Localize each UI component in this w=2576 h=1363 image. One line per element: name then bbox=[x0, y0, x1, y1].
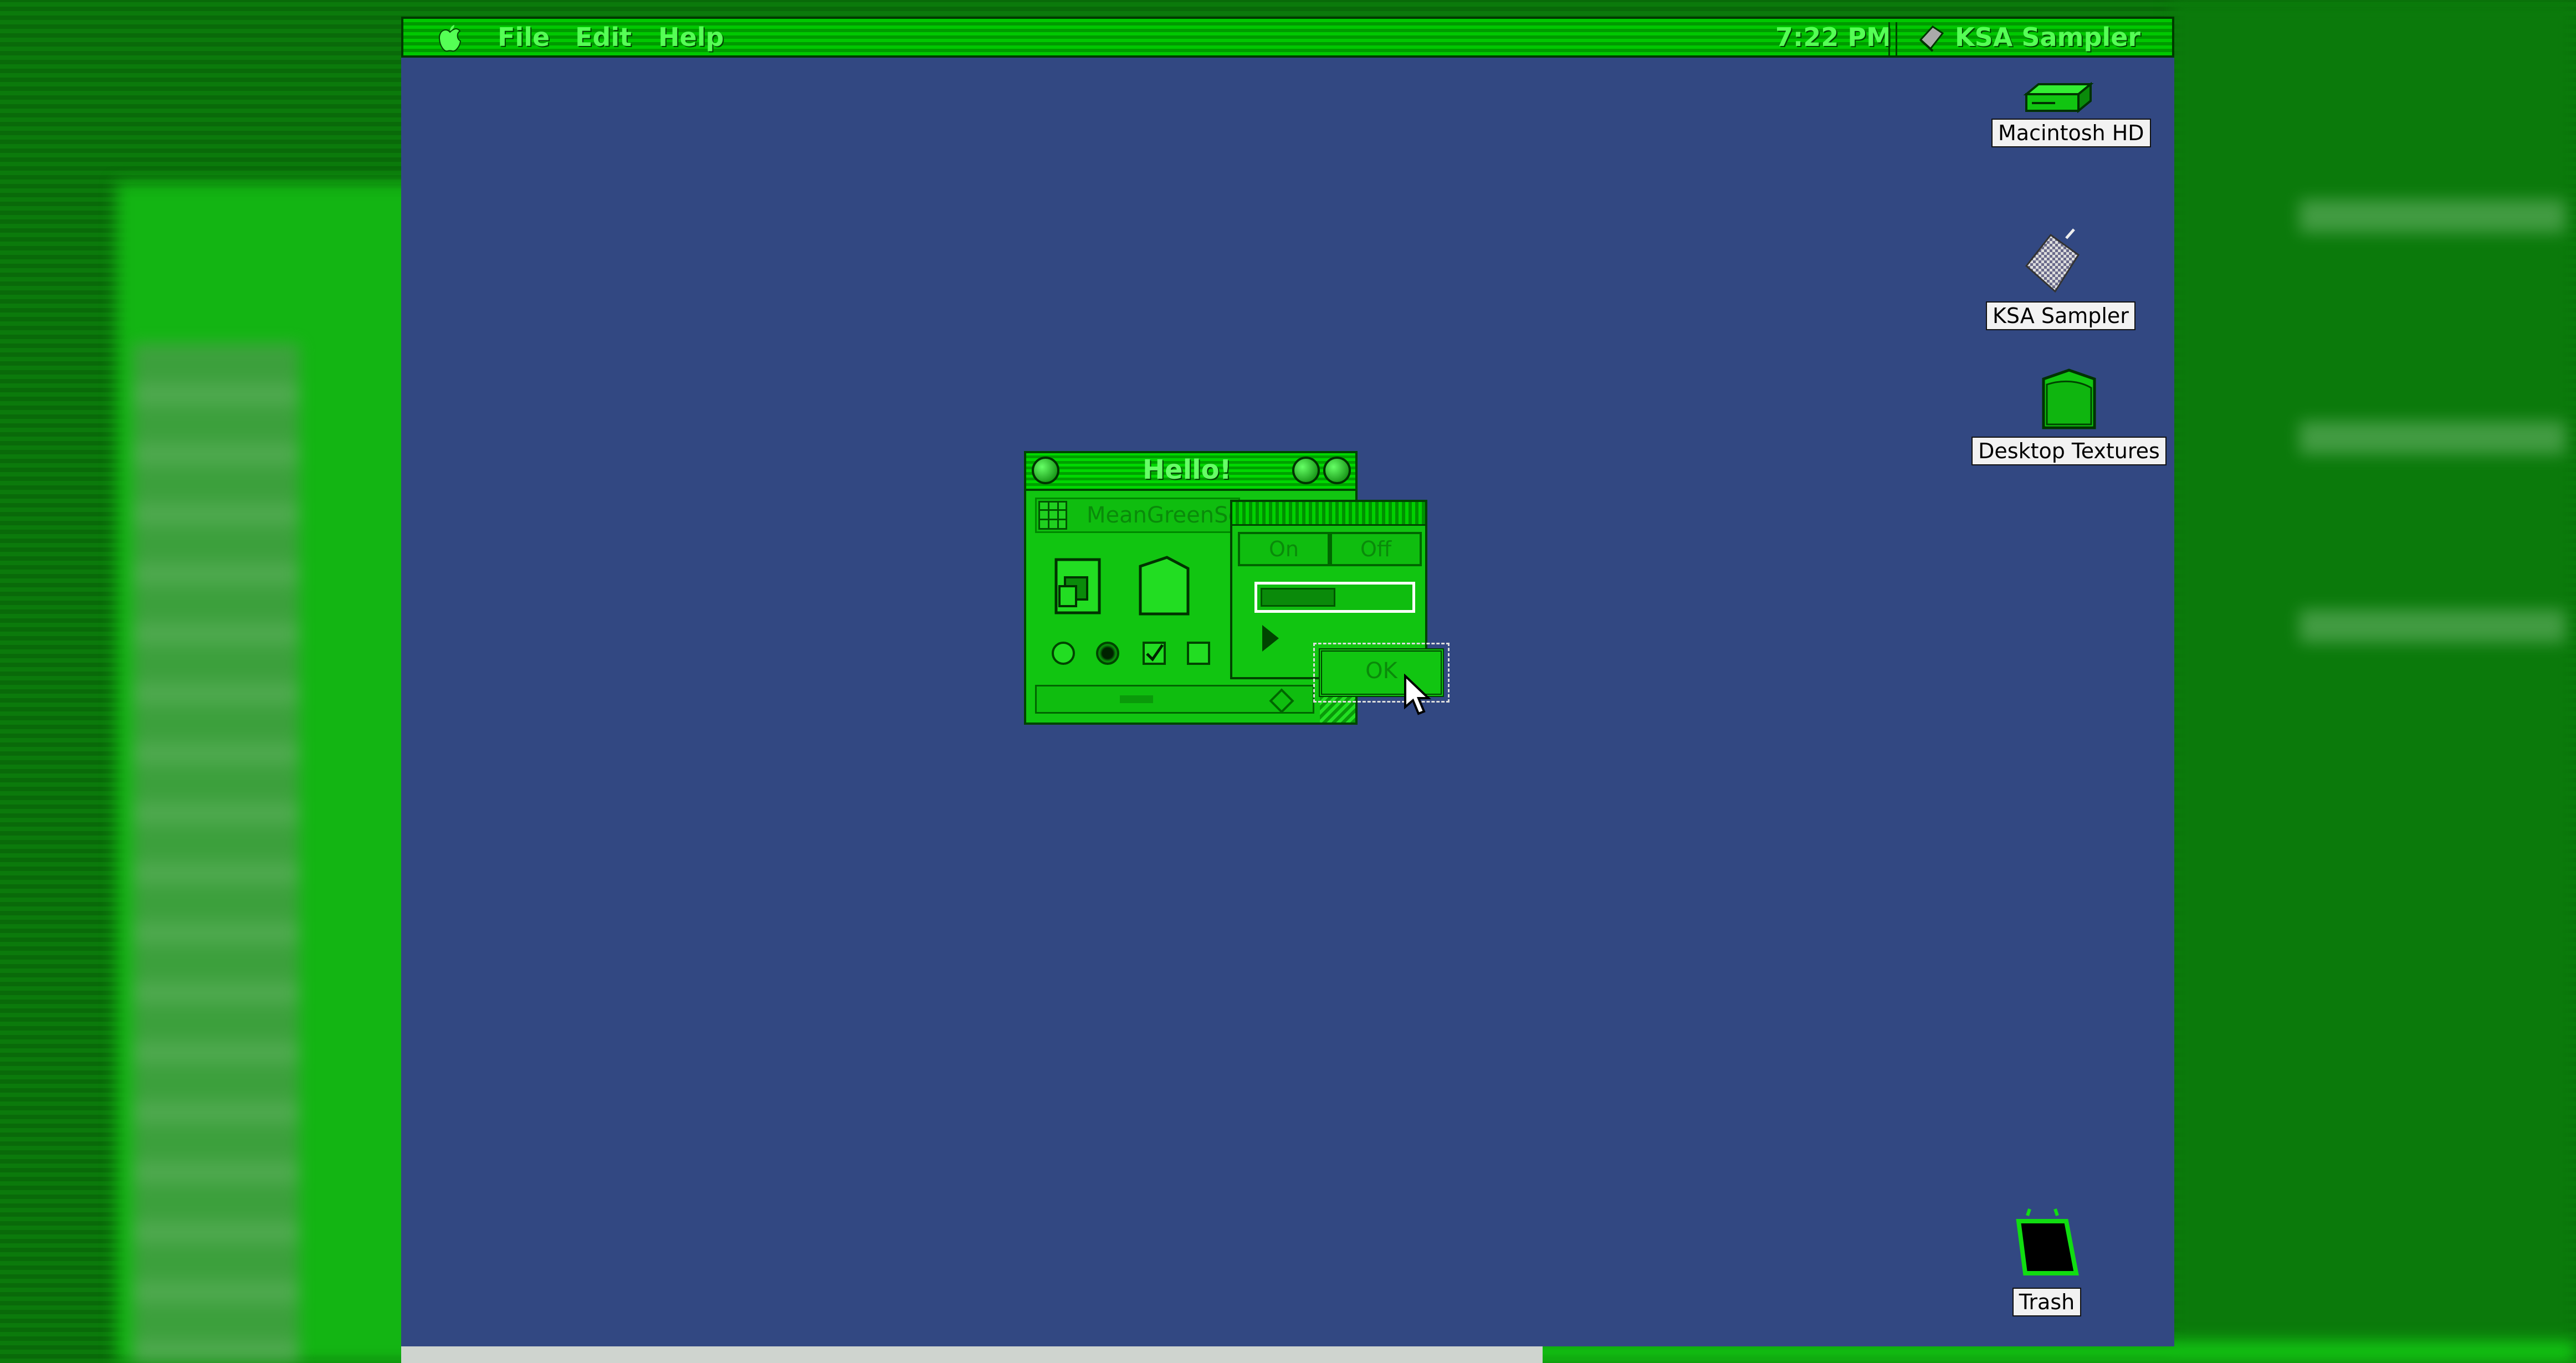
radio-button-off[interactable] bbox=[1052, 642, 1075, 665]
segment-off-button[interactable]: Off bbox=[1330, 532, 1422, 566]
app-icon bbox=[2025, 228, 2080, 293]
radio-button-on[interactable] bbox=[1096, 642, 1119, 665]
trash-icon bbox=[2016, 1208, 2079, 1275]
hard-drive-icon bbox=[2023, 81, 2094, 114]
desktop-icon-macintosh-hd[interactable]: Macintosh HD bbox=[1991, 78, 2151, 147]
background-right-item bbox=[2300, 609, 2565, 643]
checkbox-unchecked[interactable] bbox=[1187, 642, 1210, 665]
segment-on-button[interactable]: On bbox=[1238, 532, 1330, 566]
background-list bbox=[133, 344, 299, 1363]
window-title-bar[interactable]: Hello! bbox=[1026, 453, 1355, 491]
checkmark-icon bbox=[1146, 644, 1164, 662]
folder-icon[interactable] bbox=[1135, 553, 1196, 619]
menu-file[interactable]: File bbox=[498, 22, 550, 52]
apple-menu-icon[interactable] bbox=[437, 24, 463, 53]
menubar-divider bbox=[1888, 22, 1897, 55]
tab-label: MeanGreenSc bbox=[1087, 503, 1241, 528]
close-button[interactable] bbox=[1032, 457, 1059, 484]
progress-fill bbox=[1261, 588, 1335, 607]
desktop-screen: File Edit Help 7:22 PM KSA Sampler Macin… bbox=[401, 17, 2174, 1346]
slider-track[interactable] bbox=[1035, 685, 1314, 714]
desktop-icon-label: Trash bbox=[2012, 1288, 2082, 1316]
dialog-title-bar[interactable] bbox=[1232, 502, 1425, 526]
window-title: Hello! bbox=[1143, 454, 1232, 485]
background-right-item bbox=[2300, 199, 2565, 233]
background-right-item bbox=[2300, 421, 2565, 454]
application-menu-icon[interactable] bbox=[1916, 23, 1947, 54]
desktop-icon-ksa-sampler[interactable]: KSA Sampler bbox=[1986, 227, 2135, 330]
menu-help[interactable]: Help bbox=[658, 22, 724, 52]
collapse-button[interactable] bbox=[1323, 457, 1351, 484]
menu-edit[interactable]: Edit bbox=[575, 22, 632, 52]
menu-bar: File Edit Help 7:22 PM KSA Sampler bbox=[401, 17, 2174, 58]
disclosure-triangle-icon[interactable] bbox=[1262, 625, 1279, 652]
desktop-icon-trash[interactable]: Trash bbox=[2008, 1208, 2086, 1316]
mouse-cursor-icon bbox=[1404, 674, 1431, 715]
document-folder-icon[interactable] bbox=[1048, 553, 1109, 619]
desktop-icon-label: KSA Sampler bbox=[1986, 301, 2135, 330]
desktop-icon-desktop-textures[interactable]: Desktop Textures bbox=[1969, 362, 2169, 465]
menu-clock[interactable]: 7:22 PM bbox=[1775, 22, 1892, 52]
menu-app-name[interactable]: KSA Sampler bbox=[1955, 22, 2140, 52]
desktop-icon-label: Desktop Textures bbox=[1971, 437, 2167, 465]
desktop-icon-label: Macintosh HD bbox=[1991, 119, 2151, 147]
zoom-button[interactable] bbox=[1292, 457, 1320, 484]
progress-bar bbox=[1254, 582, 1415, 613]
screen-bottom-edge bbox=[401, 1346, 1543, 1363]
slider-arrow-icon bbox=[1269, 688, 1294, 714]
checkbox-checked[interactable] bbox=[1143, 642, 1166, 665]
slider-thumb[interactable] bbox=[1120, 695, 1153, 703]
folder-icon bbox=[2042, 368, 2096, 429]
grid-icon bbox=[1038, 501, 1067, 530]
